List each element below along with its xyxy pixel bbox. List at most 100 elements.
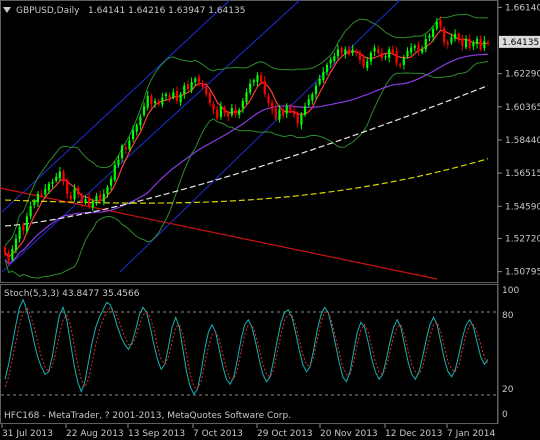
candle-body	[366, 61, 369, 68]
candle-body	[51, 181, 54, 184]
candle-body	[201, 83, 204, 88]
candle-body	[358, 52, 362, 60]
chart-canvas: GBPUSD,Daily 1.64141 1.64216 1.63947 1.6…	[0, 0, 540, 439]
candle-body	[384, 56, 387, 58]
candle-body	[110, 178, 113, 186]
candle-body	[314, 85, 318, 95]
candle-body	[44, 188, 47, 195]
candle-body	[11, 249, 14, 260]
candle-body	[227, 113, 230, 117]
candle-body	[36, 194, 40, 203]
candle-body	[340, 47, 343, 53]
candle-body	[274, 108, 277, 119]
candle-body	[99, 194, 102, 201]
candle-body	[150, 95, 153, 105]
candle-body	[435, 21, 438, 29]
candle-body	[439, 20, 442, 27]
candle-body	[336, 49, 340, 57]
candle-body	[303, 106, 307, 115]
candle-body	[95, 195, 98, 201]
candle-body	[128, 140, 131, 150]
stoch-level-label: 100	[502, 286, 519, 296]
moving-averages	[4, 29, 489, 265]
candle-body	[329, 59, 332, 64]
candle-body	[40, 194, 43, 196]
price-tick-label: 1.66140	[505, 3, 540, 13]
candle-body	[106, 187, 109, 195]
candle-body	[267, 95, 270, 103]
candle-body	[197, 77, 201, 83]
candle-body	[216, 109, 219, 119]
candle-body	[146, 95, 149, 108]
current-price-label: 1.64135	[502, 38, 539, 48]
stoch-level-label: 20	[502, 385, 514, 395]
stoch-main-line	[4, 298, 489, 396]
time-tick-label: 29 Oct 2013	[257, 429, 313, 439]
candle-body	[80, 195, 83, 203]
candle-body	[475, 39, 479, 44]
candle-body	[157, 102, 160, 105]
candle-body	[234, 109, 237, 115]
candle-body	[205, 87, 208, 95]
candle-body	[486, 42, 490, 44]
collapse-arrow-icon[interactable]	[3, 7, 11, 13]
channel-mid-line	[119, 0, 401, 273]
candle-body	[25, 216, 29, 232]
price-tick-label: 1.62290	[505, 70, 540, 80]
candle-body	[212, 104, 215, 110]
candle-body	[413, 45, 416, 48]
red-trendline	[0, 187, 438, 280]
candle-body	[311, 94, 314, 101]
candle-body	[453, 33, 457, 39]
candle-body	[355, 50, 358, 53]
candle-body	[322, 71, 325, 81]
candle-body	[245, 92, 248, 103]
ma-fast-line	[4, 29, 489, 258]
candle-body	[91, 200, 94, 208]
ma-50-line	[4, 53, 489, 265]
candle-body	[402, 57, 405, 65]
candle-body	[464, 39, 468, 48]
candle-body	[230, 107, 233, 116]
channel-lower-line	[1, 0, 301, 273]
candle-body	[428, 35, 431, 38]
stoch-title: Stoch(5,3,3) 43.8477 35.4566	[4, 289, 140, 299]
candle-body	[113, 164, 116, 180]
ma-200-line	[4, 158, 489, 204]
time-axis: 31 Jul 2013 22 Aug 2013 13 Sep 2013 7 Oct 2…	[1, 424, 495, 439]
candle-body	[194, 78, 197, 83]
price-tick-label: 1.60365	[505, 103, 540, 113]
candle-body	[380, 52, 383, 58]
candle-body	[263, 80, 266, 95]
candle-body	[282, 109, 285, 115]
candle-body	[468, 39, 471, 48]
candle-body	[69, 195, 72, 200]
candle-body	[300, 114, 303, 125]
time-tick-label: 22 Aug 2013	[66, 429, 124, 439]
candle-body	[121, 145, 124, 159]
candle-body	[47, 183, 50, 191]
price-tick-label: 1.50795	[505, 268, 540, 278]
candle-body	[285, 106, 288, 114]
candle-body	[391, 49, 394, 53]
candle-body	[351, 49, 354, 54]
candle-body	[483, 40, 486, 48]
candle-body	[84, 199, 87, 203]
candle-body	[307, 99, 310, 105]
candle-body	[131, 130, 135, 140]
candle-body	[153, 101, 157, 104]
price-tick-label: 1.56515	[505, 169, 540, 179]
candle-body	[421, 49, 424, 53]
candle-body	[362, 58, 365, 67]
candle-body	[73, 188, 76, 200]
candle-body	[479, 39, 482, 50]
candle-body	[399, 64, 402, 66]
candle-body	[58, 171, 61, 179]
candle-body	[347, 49, 351, 55]
candle-body	[22, 225, 25, 231]
candle-body	[446, 42, 449, 45]
candle-body	[55, 176, 58, 181]
ohlc-label: 1.64141 1.64216 1.63947 1.64135	[88, 6, 245, 16]
price-tick-label: 1.54590	[505, 202, 540, 212]
price-tick-label: 1.58440	[505, 136, 540, 146]
